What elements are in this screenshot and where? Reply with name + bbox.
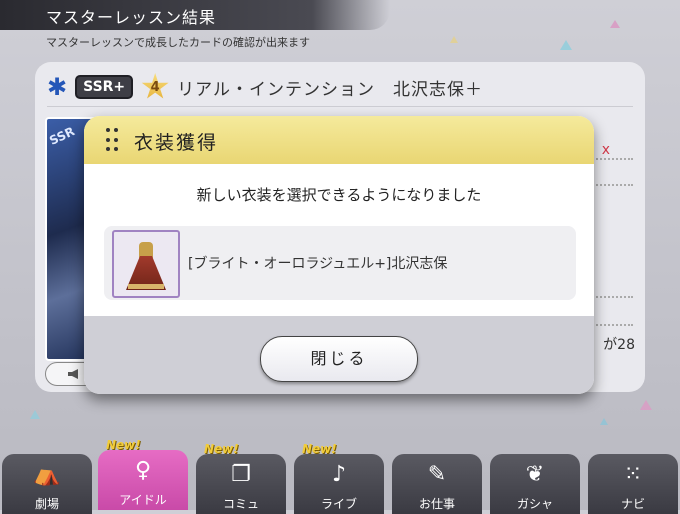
star-level-icon: 4 — [141, 73, 169, 99]
theater-icon: ⛺ — [33, 462, 61, 487]
rarity-badge: SSR+ — [75, 75, 134, 99]
nav-label: ガシャ — [516, 497, 553, 511]
nav-item-gacha[interactable]: ❦ ガシャ — [490, 454, 580, 514]
nav-label: アイドル — [119, 493, 167, 507]
stat-count-fragment: が28 — [603, 337, 635, 353]
card-title-row: ✱ SSR+ 4 リアル・インテンション 北沢志保＋ — [47, 72, 483, 102]
nav-item-live[interactable]: New! ♪ ライブ — [294, 442, 384, 514]
costume-dress-icon — [112, 230, 180, 298]
nav-item-commu[interactable]: New! ❐ コミュ — [196, 442, 286, 514]
nav-label: コミュ — [222, 497, 259, 511]
stat-value-fragment: x — [601, 142, 610, 158]
costume-item-row: [ブライト・オーロラジュエル+]北沢志保 — [104, 226, 576, 300]
grip-icon — [106, 128, 118, 154]
costume-name: [ブライト・オーロラジュエル+]北沢志保 — [188, 256, 448, 272]
commu-icon: ❐ — [231, 462, 251, 487]
new-badge: New! — [106, 438, 141, 452]
card-name: リアル・インテンション 北沢志保＋ — [177, 79, 484, 100]
work-icon: ✎ — [427, 462, 447, 487]
thumb-rarity-label: SSR — [47, 124, 77, 148]
close-button[interactable]: 閉じる — [260, 336, 418, 382]
navi-icon: ⁙ — [623, 462, 643, 487]
nav-item-navi[interactable]: ⁙ ナビ — [588, 454, 678, 514]
nav-label: ライブ — [320, 497, 357, 511]
nav-item-theater[interactable]: ⛺ 劇場 — [2, 454, 92, 514]
speaker-icon — [68, 369, 78, 379]
costume-acquired-dialog: 衣装獲得 新しい衣装を選択できるようになりました [ブライト・オーロラジュエル+… — [84, 116, 594, 394]
nav-label: お仕事 — [418, 497, 455, 511]
bottom-nav: ⛺ 劇場 New! ♀ アイドル New! ❐ コミュ New! ♪ ライブ ✎… — [0, 428, 680, 514]
nav-item-idol[interactable]: New! ♀ アイドル — [98, 438, 188, 510]
divider — [47, 106, 633, 107]
header-title: マスターレッスン結果 — [46, 8, 217, 27]
dialog-footer: 閉じる — [84, 316, 594, 394]
dialog-message: 新しい衣装を選択できるようになりました — [196, 186, 482, 204]
nav-label: 劇場 — [34, 497, 59, 511]
live-icon: ♪ — [331, 462, 347, 487]
idol-icon: ♀ — [134, 458, 152, 483]
nav-item-work[interactable]: ✎ お仕事 — [392, 454, 482, 514]
header-subtitle: マスターレッスンで成長したカードの確認が出来ます — [46, 36, 310, 49]
results-header: マスターレッスン結果 — [0, 0, 390, 30]
nav-label: ナビ — [620, 497, 645, 511]
dialog-header: 衣装獲得 — [84, 116, 594, 164]
gacha-icon: ❦ — [525, 462, 545, 487]
new-badge: New! — [302, 442, 337, 456]
snowflake-icon: ✱ — [47, 73, 68, 101]
dialog-title: 衣装獲得 — [134, 132, 219, 154]
new-badge: New! — [204, 442, 239, 456]
star-level: 4 — [150, 80, 160, 95]
